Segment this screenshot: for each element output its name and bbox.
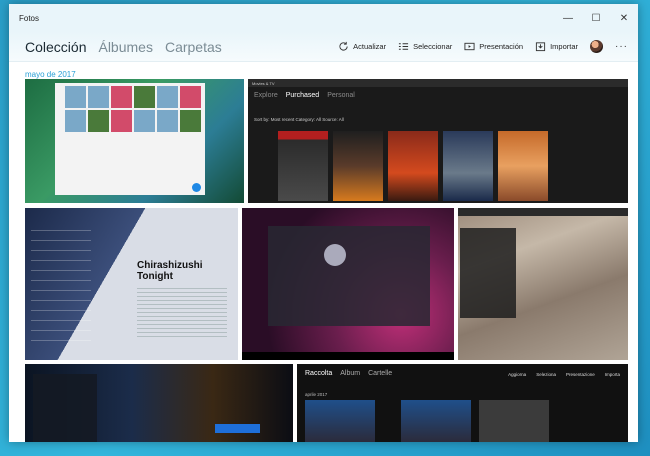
screenshot-pane [268, 226, 430, 326]
toolbar: Actualizar Seleccionar Presentación Impo… [338, 40, 628, 53]
screenshot-sidebar [31, 230, 91, 345]
photo-grid: Movies & TV Explore Purchased Personal S… [25, 79, 628, 442]
photo-thumbnail[interactable] [242, 208, 454, 360]
screenshot-tile [401, 400, 471, 442]
photo-thumbnail[interactable]: Chirashizushi Tonight [25, 208, 238, 360]
screenshot-tile [479, 400, 549, 442]
refresh-button[interactable]: Actualizar [338, 41, 386, 52]
select-label: Seleccionar [413, 42, 453, 51]
photo-thumbnail[interactable] [458, 208, 628, 360]
movie-poster [388, 131, 438, 201]
screenshot-titlebar [458, 208, 628, 216]
movie-poster [498, 131, 548, 201]
refresh-icon [339, 41, 348, 51]
contact-avatar [324, 244, 346, 266]
slideshow-icon [464, 42, 475, 51]
photo-thumbnail[interactable]: Raccolta Album Cartelle Aggiorna Selezio… [297, 364, 628, 442]
photo-thumbnail[interactable] [25, 79, 244, 203]
movie-poster [443, 131, 493, 201]
screenshot-taskbar [242, 352, 454, 360]
import-button[interactable]: Importar [535, 41, 578, 52]
screenshot-menu [33, 374, 97, 442]
close-button[interactable]: ✕ [610, 4, 638, 32]
screenshot-tile [305, 400, 375, 442]
screenshot-actions: Aggiorna Seleziona Presentazione Importa [508, 372, 620, 377]
more-options-button[interactable]: ··· [615, 41, 628, 52]
photo-thumbnail[interactable] [25, 364, 293, 442]
screenshot-tabs: Explore Purchased Personal [254, 92, 355, 99]
tab-carpetas[interactable]: Carpetas [165, 39, 222, 55]
screenshot-text [137, 288, 227, 340]
movie-poster [278, 131, 328, 201]
screenshot-pane [460, 228, 516, 318]
screenshot-content [55, 83, 205, 195]
screenshot-button [215, 424, 260, 433]
refresh-label: Actualizar [353, 42, 387, 51]
add-icon [192, 183, 201, 192]
app-bar: Colección Álbumes Carpetas Actualizar Se… [9, 32, 638, 62]
screenshot-titlebar: Movies & TV [248, 79, 628, 87]
screenshot-headline: Chirashizushi Tonight [137, 260, 203, 282]
import-label: Importar [550, 42, 578, 51]
photos-window: Fotos — ☐ ✕ Colección Álbumes Carpetas A… [9, 4, 638, 442]
nav-tabs: Colección Álbumes Carpetas [25, 39, 222, 55]
screenshot-tabs: Raccolta Album Cartelle [305, 370, 393, 377]
tab-albumes[interactable]: Álbumes [98, 39, 152, 55]
screenshot-month: aprile 2017 [305, 392, 328, 397]
maximize-button[interactable]: ☐ [582, 4, 610, 32]
movie-poster [333, 131, 383, 201]
title-bar: Fotos — ☐ ✕ [9, 4, 638, 32]
tab-coleccion[interactable]: Colección [25, 39, 86, 55]
select-list-icon [398, 43, 409, 50]
import-icon [535, 42, 546, 52]
user-avatar[interactable] [590, 40, 603, 53]
select-button[interactable]: Seleccionar [398, 41, 452, 52]
photo-thumbnail[interactable]: Movies & TV Explore Purchased Personal S… [248, 79, 628, 203]
slideshow-label: Presentación [479, 42, 524, 51]
minimize-button[interactable]: — [554, 4, 582, 32]
screenshot-sort: Sort by: Most recent Category: All Sourc… [254, 117, 344, 122]
slideshow-button[interactable]: Presentación [464, 41, 523, 52]
window-title: Fotos [19, 13, 40, 23]
window-controls: — ☐ ✕ [554, 4, 638, 32]
movie-posters [278, 131, 548, 201]
